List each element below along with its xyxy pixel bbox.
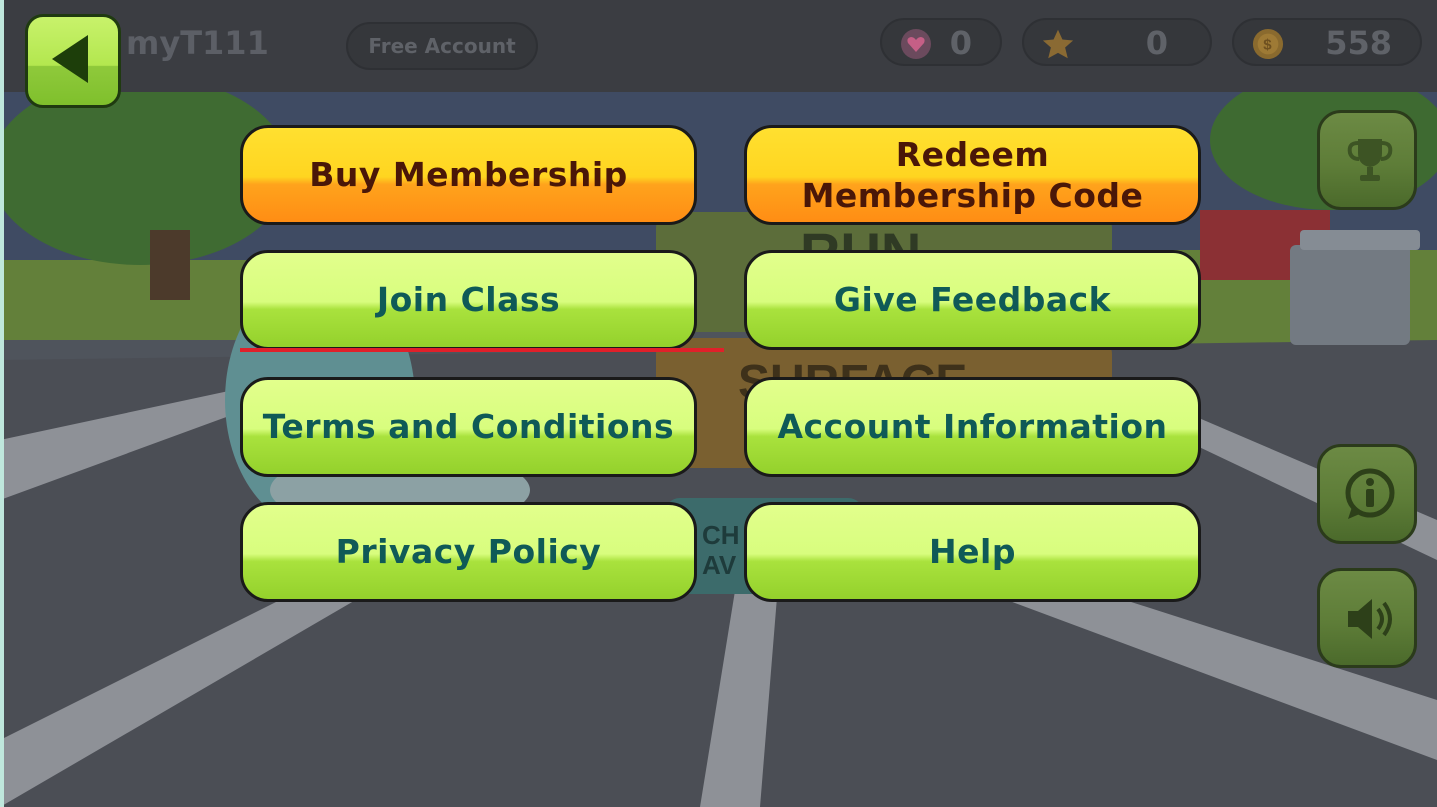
speaker-icon — [1348, 599, 1392, 639]
back-arrow-icon — [52, 35, 88, 83]
privacy-label: Privacy Policy — [335, 532, 602, 572]
give-feedback-button[interactable]: Give Feedback — [744, 250, 1201, 350]
join-class-button[interactable]: Join Class — [240, 250, 697, 350]
privacy-policy-button[interactable]: Privacy Policy — [240, 502, 697, 602]
trophy-button[interactable] — [1317, 110, 1417, 210]
give-feedback-label: Give Feedback — [833, 280, 1112, 320]
buy-membership-label: Buy Membership — [309, 155, 628, 195]
back-button[interactable] — [25, 14, 121, 108]
join-class-label: Join Class — [376, 280, 561, 320]
help-label: Help — [929, 532, 1016, 572]
bg-ch-text: CH — [702, 520, 740, 550]
account-info-label: Account Information — [777, 407, 1168, 447]
account-information-button[interactable]: Account Information — [744, 377, 1201, 477]
terms-and-conditions-button[interactable]: Terms and Conditions — [240, 377, 697, 477]
bg-av-text: AV — [702, 550, 737, 580]
account-type-label: Free Account — [368, 34, 516, 58]
coin-icon: $ — [1252, 28, 1284, 60]
coins-count: 558 — [1325, 24, 1392, 62]
star-icon — [1042, 29, 1074, 59]
sound-button[interactable] — [1317, 568, 1417, 668]
help-button[interactable]: Help — [744, 502, 1201, 602]
trophy-icon — [1347, 139, 1393, 181]
left-edge — [0, 0, 4, 807]
info-icon — [1345, 468, 1395, 519]
hearts-count: 0 — [949, 24, 972, 62]
terms-label: Terms and Conditions — [262, 407, 675, 447]
hearts-counter: 0 — [880, 18, 1002, 66]
stars-count: 0 — [1145, 24, 1168, 62]
username-label: myT111 — [126, 24, 269, 62]
svg-text:$: $ — [1263, 37, 1272, 54]
info-button[interactable] — [1317, 444, 1417, 544]
stars-counter: 0 — [1022, 18, 1212, 66]
redeem-membership-code-button[interactable]: Redeem Membership Code — [744, 125, 1201, 225]
coins-counter: $ 558 — [1232, 18, 1422, 66]
redeem-label-line2: Membership Code — [801, 176, 1144, 215]
buy-membership-button[interactable]: Buy Membership — [240, 125, 697, 225]
game-background: RUN SURFACE CH AV — [0, 0, 1437, 807]
redeem-label-line1: Redeem — [895, 134, 1050, 174]
top-bar: myT111 Free Account 0 0 $ 558 — [4, 0, 1437, 92]
heart-gem-icon — [901, 29, 931, 59]
account-type-badge: Free Account — [346, 22, 538, 70]
focus-underline — [240, 348, 724, 352]
